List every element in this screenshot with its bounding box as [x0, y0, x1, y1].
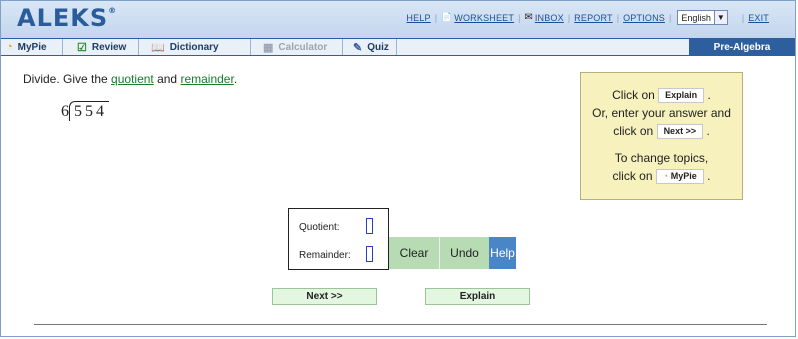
- quiz-icon: ✎: [353, 41, 363, 54]
- help-link[interactable]: HELP: [406, 13, 430, 23]
- next-hint-button: Next >>: [656, 124, 704, 140]
- exit-link[interactable]: EXIT: [748, 13, 769, 23]
- language-value: English: [681, 12, 711, 23]
- remainder-label: Remainder:: [299, 250, 351, 261]
- tab-quiz[interactable]: ✎ Quiz: [343, 39, 397, 55]
- dividend: 554: [69, 101, 109, 121]
- aleks-logo: ALEKS®: [17, 4, 118, 32]
- checkmark-icon: ☑: [77, 41, 87, 54]
- worksheet-link[interactable]: WORKSHEET: [454, 13, 514, 23]
- explain-button[interactable]: Explain: [425, 288, 530, 305]
- undo-button[interactable]: Undo: [439, 237, 489, 269]
- dropdown-arrow-icon[interactable]: ▼: [713, 11, 727, 24]
- top-links: HELP | 📄 WORKSHEET | ✉ INBOX | REPORT | …: [406, 10, 769, 25]
- quotient-link[interactable]: quotient: [111, 72, 154, 86]
- tab-mypie[interactable]: ◔ MyPie: [1, 39, 63, 55]
- report-link[interactable]: REPORT: [574, 13, 613, 23]
- tab-dictionary[interactable]: 📖 Dictionary: [139, 39, 251, 55]
- divider: [34, 324, 767, 325]
- answer-box: Quotient: Remainder:: [288, 208, 389, 270]
- inbox-link[interactable]: INBOX: [535, 13, 564, 23]
- course-label: Pre-Algebra: [689, 38, 795, 56]
- question-prompt: Divide. Give the quotient and remainder.: [23, 72, 238, 86]
- tab-bar: ◔ MyPie ☑ Review 📖 Dictionary ▦ Calculat…: [1, 38, 795, 56]
- pie-icon: ◔: [662, 171, 669, 182]
- book-icon: 📖: [151, 41, 165, 54]
- pie-icon: ◔: [6, 41, 13, 53]
- divisor: 6: [61, 103, 69, 120]
- language-select[interactable]: English ▼: [677, 10, 728, 25]
- header-bar: ALEKS® HELP | 📄 WORKSHEET | ✉ INBOX | RE…: [1, 1, 795, 38]
- explain-hint-button: Explain: [658, 88, 705, 104]
- quotient-input[interactable]: [366, 218, 373, 234]
- remainder-input[interactable]: [366, 246, 373, 262]
- quotient-label: Quotient:: [299, 222, 340, 233]
- hint-box: Click on Explain . Or, enter your answer…: [580, 72, 743, 200]
- help-button[interactable]: Help: [489, 237, 516, 269]
- clear-button[interactable]: Clear: [389, 237, 439, 269]
- options-link[interactable]: OPTIONS: [623, 13, 665, 23]
- tab-review[interactable]: ☑ Review: [63, 39, 139, 55]
- calculator-icon: ▦: [263, 41, 274, 54]
- long-division-problem: 6 554: [61, 101, 109, 121]
- tab-calculator: ▦ Calculator: [251, 39, 343, 55]
- envelope-icon: ✉: [524, 12, 533, 23]
- tab-bar-filler: [397, 39, 689, 55]
- mypie-hint-button: ◔ MyPie: [655, 169, 704, 185]
- worksheet-icon: 📄: [441, 12, 453, 22]
- remainder-link[interactable]: remainder: [180, 72, 233, 86]
- next-button[interactable]: Next >>: [272, 288, 377, 305]
